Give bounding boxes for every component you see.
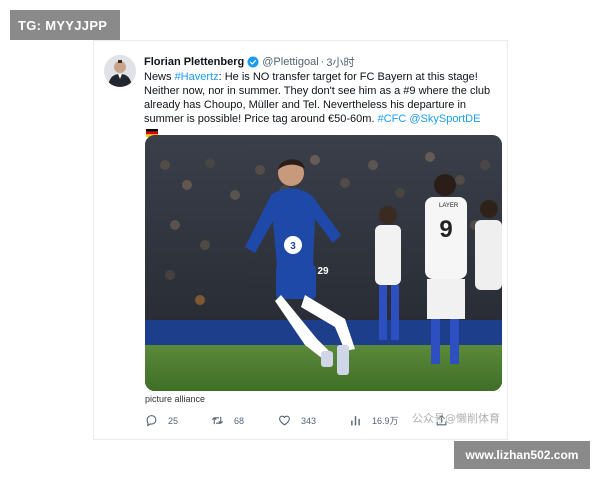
hashtag-havertz-link[interactable]: #Havertz [175,71,219,83]
verified-icon [247,56,259,68]
chelsea-player-number: 29 [317,266,329,277]
opponent-player-name: LAYER [439,203,459,209]
author-name[interactable]: Florian Plettenberg [144,56,244,68]
opponent-player-number: 9 [439,216,452,243]
views-button[interactable]: 16.9万 [349,414,399,427]
header-separator: · [320,56,325,68]
cn-watermark: 公众号@懒削体育 [412,412,500,425]
tweet-header: Florian Plettenberg @Plettigoal · 3小时 [144,54,501,70]
tweet-timestamp[interactable]: 3小时 [326,54,354,70]
reply-icon [146,415,157,427]
like-icon [279,415,290,426]
ad-board [145,320,502,345]
retweet-button[interactable]: 68 [211,414,244,427]
reply-button[interactable]: 25 [145,414,178,427]
reply-count: 25 [168,415,179,426]
views-icon [351,416,360,426]
author-handle[interactable]: @Plettigoal [262,56,318,68]
tweet-text-prefix: News [144,71,175,83]
tg-watermark-badge: TG: MYYJJPP [10,10,120,40]
like-count: 343 [301,415,317,426]
svg-text:3: 3 [290,241,296,252]
site-watermark-badge: www.lizhan502.com [454,441,590,469]
tweet-text: News #Havertz: He is NO transfer target … [144,70,496,140]
views-count: 16.9万 [372,416,399,426]
author-avatar[interactable] [104,55,136,87]
photo-credit: picture alliance [145,394,206,404]
hashtag-cfc-link[interactable]: #CFC [378,113,407,125]
tweet-card[interactable]: Florian Plettenberg @Plettigoal · 3小时 Ne… [93,40,508,440]
tweet-media-photo[interactable]: LAYER 9 3 29 [145,135,502,391]
like-button[interactable]: 343 [278,414,316,427]
mention-skysportde-link[interactable]: @SkySportDE [409,113,480,125]
retweet-count: 68 [234,415,245,426]
retweet-icon [212,416,223,425]
